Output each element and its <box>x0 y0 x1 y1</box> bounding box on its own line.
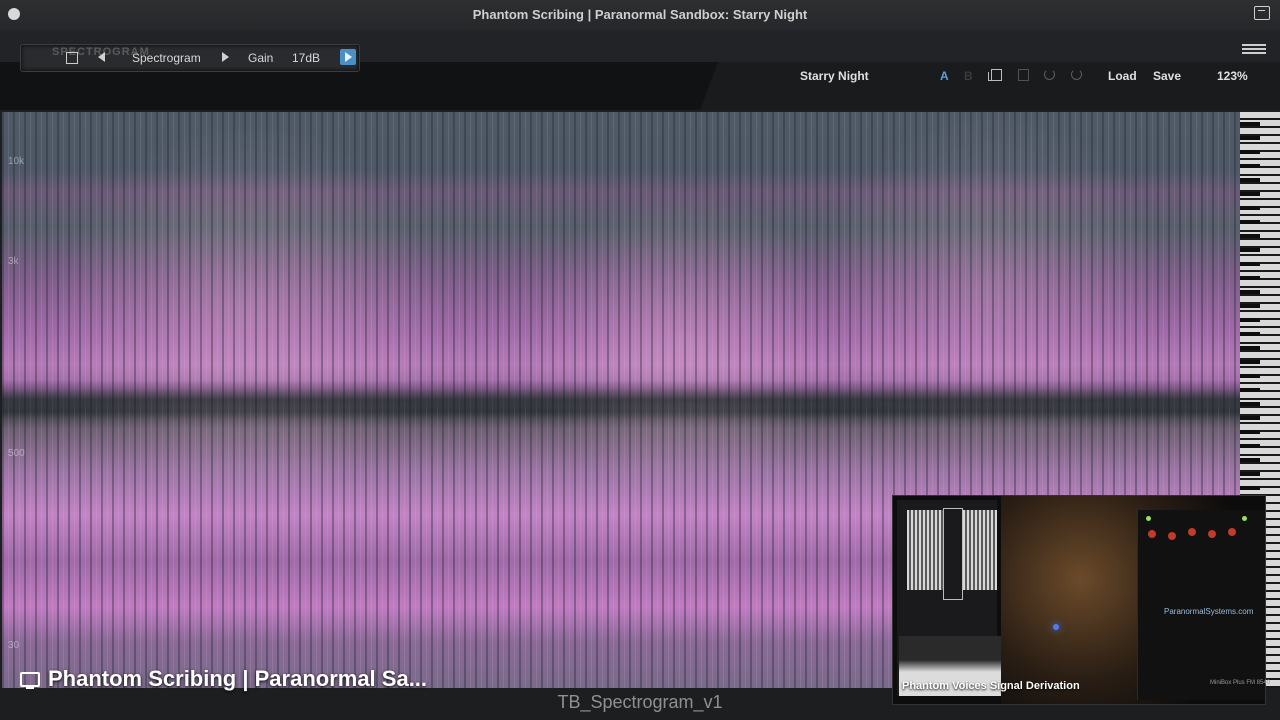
screen-share-icon <box>20 672 40 689</box>
inset-monitor <box>897 500 1001 696</box>
preset-bar-panel <box>700 62 1280 110</box>
device-brand: ParanormalSystems.com <box>1164 607 1254 616</box>
freq-label-3k: 3k <box>8 256 19 267</box>
knob-icon <box>1168 532 1176 540</box>
preset-name[interactable]: Starry Night <box>800 69 869 83</box>
window-title: Phantom Scribing | Paranormal Sandbox: S… <box>472 7 808 22</box>
window-titlebar: Phantom Scribing | Paranormal Sandbox: S… <box>0 0 1280 31</box>
knob-icon <box>1148 530 1156 538</box>
crop-icon[interactable] <box>66 52 78 64</box>
compare-a-button[interactable]: A <box>940 69 949 83</box>
device-model: MiniBox Plus FM 8540 <box>1210 680 1271 686</box>
zoom-level[interactable]: 123% <box>1217 69 1248 83</box>
freq-label-30: 30 <box>8 640 20 651</box>
mode-label[interactable]: Spectrogram <box>132 51 201 65</box>
gain-label: Gain <box>248 51 274 65</box>
next-mode-button[interactable] <box>222 52 229 62</box>
play-button[interactable] <box>340 49 356 65</box>
freq-label-500: 500 <box>8 448 25 459</box>
copy-icon[interactable] <box>988 69 1002 81</box>
led-icon <box>1242 516 1247 521</box>
fullscreen-icon[interactable] <box>1254 6 1270 20</box>
compare-b-button[interactable]: B <box>964 69 973 83</box>
knob-icon <box>1228 528 1236 536</box>
redo-icon[interactable] <box>1071 69 1082 80</box>
blue-light-icon <box>1053 624 1059 630</box>
inset-label: Phantom Voices Signal Derivation <box>902 680 1080 692</box>
gain-value[interactable]: 17dB <box>292 51 320 65</box>
paste-icon[interactable] <box>1018 69 1029 81</box>
undo-icon[interactable] <box>1044 69 1055 80</box>
video-caption: Phantom Scribing | Paranormal Sa... <box>48 666 428 691</box>
freq-label-10k: 10k <box>8 156 25 167</box>
inset-meter <box>943 508 963 600</box>
save-button[interactable]: Save <box>1153 69 1181 83</box>
camera-inset <box>892 495 1266 705</box>
led-icon <box>1146 516 1151 521</box>
menu-icon[interactable] <box>1242 44 1266 54</box>
knob-icon <box>1188 528 1196 536</box>
previous-mode-button[interactable] <box>98 52 105 62</box>
inset-device <box>1137 510 1265 700</box>
knob-icon <box>1208 530 1216 538</box>
load-button[interactable]: Load <box>1108 69 1137 83</box>
